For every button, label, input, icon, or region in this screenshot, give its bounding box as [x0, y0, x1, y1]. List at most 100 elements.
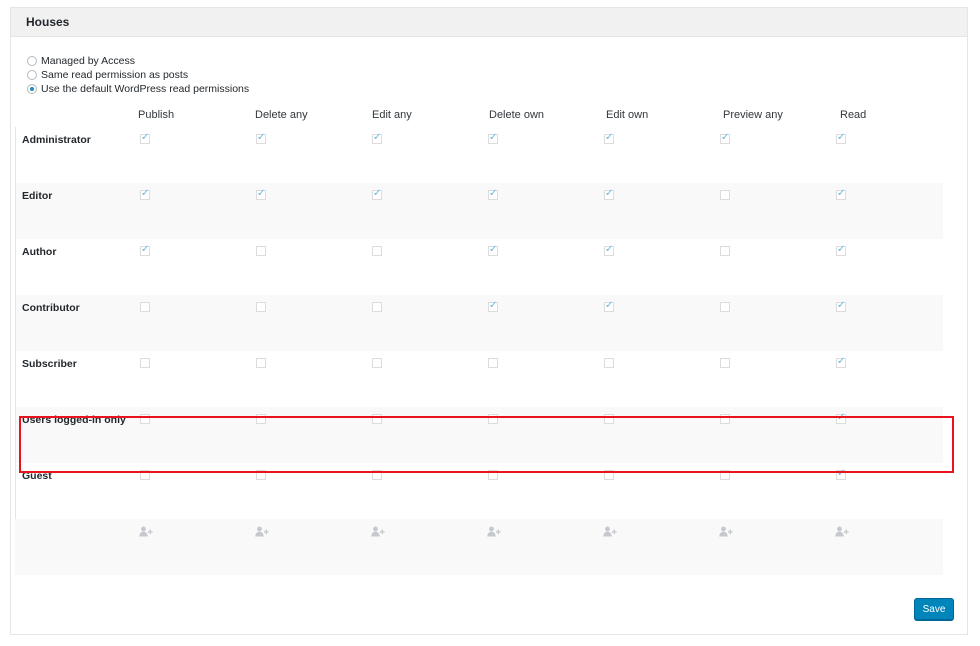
checkbox-delete-any[interactable] — [256, 188, 266, 200]
permission-cell — [254, 127, 370, 183]
checkbox-edit-own[interactable] — [604, 132, 614, 144]
add-user-icon[interactable] — [137, 519, 253, 575]
add-user-icon[interactable] — [833, 519, 949, 575]
permissions-table: Publish Delete any Edit any Delete own E… — [15, 103, 943, 575]
permission-cell — [254, 295, 370, 351]
checkbox-delete-own[interactable] — [488, 188, 498, 200]
permission-cell — [370, 407, 486, 463]
permission-cell — [486, 183, 602, 239]
permission-cell — [602, 295, 718, 351]
checkbox-edit-own[interactable] — [604, 358, 614, 368]
radio-managed-by-access[interactable] — [27, 56, 37, 66]
column-header-read: Read — [840, 109, 867, 121]
checkbox-delete-any[interactable] — [256, 132, 266, 144]
add-user-icon[interactable] — [601, 519, 717, 575]
checkbox-publish[interactable] — [140, 358, 150, 368]
permission-cell — [370, 183, 486, 239]
access-option-label: Same read permission as posts — [41, 69, 189, 81]
checkbox-edit-own[interactable] — [604, 244, 614, 256]
checkbox-read[interactable] — [836, 468, 846, 480]
checkbox-edit-own[interactable] — [604, 188, 614, 200]
checkbox-preview-any[interactable] — [720, 190, 730, 200]
checkbox-edit-any[interactable] — [372, 302, 382, 312]
checkbox-delete-any[interactable] — [256, 358, 266, 368]
checkbox-preview-any[interactable] — [720, 302, 730, 312]
radio-default-wp-permissions[interactable] — [27, 84, 37, 94]
permission-cell — [138, 463, 254, 519]
table-row: Author — [15, 239, 943, 295]
checkbox-edit-any[interactable] — [372, 188, 382, 200]
checkbox-publish[interactable] — [140, 188, 150, 200]
add-user-row — [15, 519, 943, 575]
add-user-icon[interactable] — [369, 519, 485, 575]
checkbox-edit-any[interactable] — [372, 470, 382, 480]
checkbox-edit-any[interactable] — [372, 246, 382, 256]
add-user-icon[interactable] — [485, 519, 601, 575]
checkbox-read[interactable] — [836, 244, 846, 256]
checkbox-preview-any[interactable] — [720, 414, 730, 424]
add-user-icon[interactable] — [717, 519, 833, 575]
table-row: Users logged-in only — [15, 407, 943, 463]
access-option-default-wp[interactable]: Use the default WordPress read permissio… — [27, 82, 249, 96]
permission-cell — [834, 463, 950, 519]
radio-same-as-posts[interactable] — [27, 70, 37, 80]
checkbox-edit-any[interactable] — [372, 414, 382, 424]
checkbox-delete-own[interactable] — [488, 470, 498, 480]
checkbox-delete-any[interactable] — [256, 302, 266, 312]
checkbox-delete-own[interactable] — [488, 358, 498, 368]
checkbox-delete-own[interactable] — [488, 244, 498, 256]
permission-cell — [486, 239, 602, 295]
permission-cell — [370, 463, 486, 519]
save-button[interactable]: Save — [914, 598, 954, 620]
permission-cell — [138, 183, 254, 239]
checkbox-read[interactable] — [836, 188, 846, 200]
permission-cell — [602, 183, 718, 239]
add-user-row-spacer — [15, 519, 137, 575]
column-header-preview-any: Preview any — [723, 109, 783, 121]
permission-cell — [370, 295, 486, 351]
checkbox-read[interactable] — [836, 132, 846, 144]
role-name: Subscriber — [22, 358, 77, 370]
permission-cell — [718, 183, 834, 239]
checkbox-publish[interactable] — [140, 132, 150, 144]
access-option-managed[interactable]: Managed by Access — [27, 54, 249, 68]
permission-cell — [138, 127, 254, 183]
permission-cell — [486, 463, 602, 519]
column-header-delete-own: Delete own — [489, 109, 545, 121]
checkbox-delete-any[interactable] — [256, 414, 266, 424]
permission-cell — [602, 351, 718, 407]
permission-cell — [370, 239, 486, 295]
checkbox-preview-any[interactable] — [720, 246, 730, 256]
checkbox-publish[interactable] — [140, 414, 150, 424]
role-name: Guest — [22, 470, 52, 482]
add-user-icon[interactable] — [253, 519, 369, 575]
checkbox-edit-own[interactable] — [604, 414, 614, 424]
permission-cell — [834, 239, 950, 295]
permission-cell — [834, 351, 950, 407]
checkbox-delete-own[interactable] — [488, 132, 498, 144]
checkbox-read[interactable] — [836, 412, 846, 424]
checkbox-preview-any[interactable] — [720, 358, 730, 368]
checkbox-read[interactable] — [836, 300, 846, 312]
checkbox-publish[interactable] — [140, 470, 150, 480]
checkbox-edit-any[interactable] — [372, 132, 382, 144]
checkbox-delete-any[interactable] — [256, 246, 266, 256]
permission-cell — [718, 463, 834, 519]
checkbox-edit-own[interactable] — [604, 470, 614, 480]
checkbox-edit-any[interactable] — [372, 358, 382, 368]
column-header-edit-any: Edit any — [372, 109, 412, 121]
permission-cell — [254, 407, 370, 463]
permission-cell — [834, 407, 950, 463]
permission-cell — [718, 351, 834, 407]
checkbox-preview-any[interactable] — [720, 132, 730, 144]
checkbox-delete-own[interactable] — [488, 300, 498, 312]
checkbox-publish[interactable] — [140, 302, 150, 312]
access-options: Managed by Access Same read permission a… — [27, 54, 249, 96]
checkbox-read[interactable] — [836, 356, 846, 368]
checkbox-delete-any[interactable] — [256, 470, 266, 480]
checkbox-publish[interactable] — [140, 244, 150, 256]
access-option-same-as-posts[interactable]: Same read permission as posts — [27, 68, 249, 82]
checkbox-preview-any[interactable] — [720, 470, 730, 480]
checkbox-delete-own[interactable] — [488, 414, 498, 424]
checkbox-edit-own[interactable] — [604, 300, 614, 312]
